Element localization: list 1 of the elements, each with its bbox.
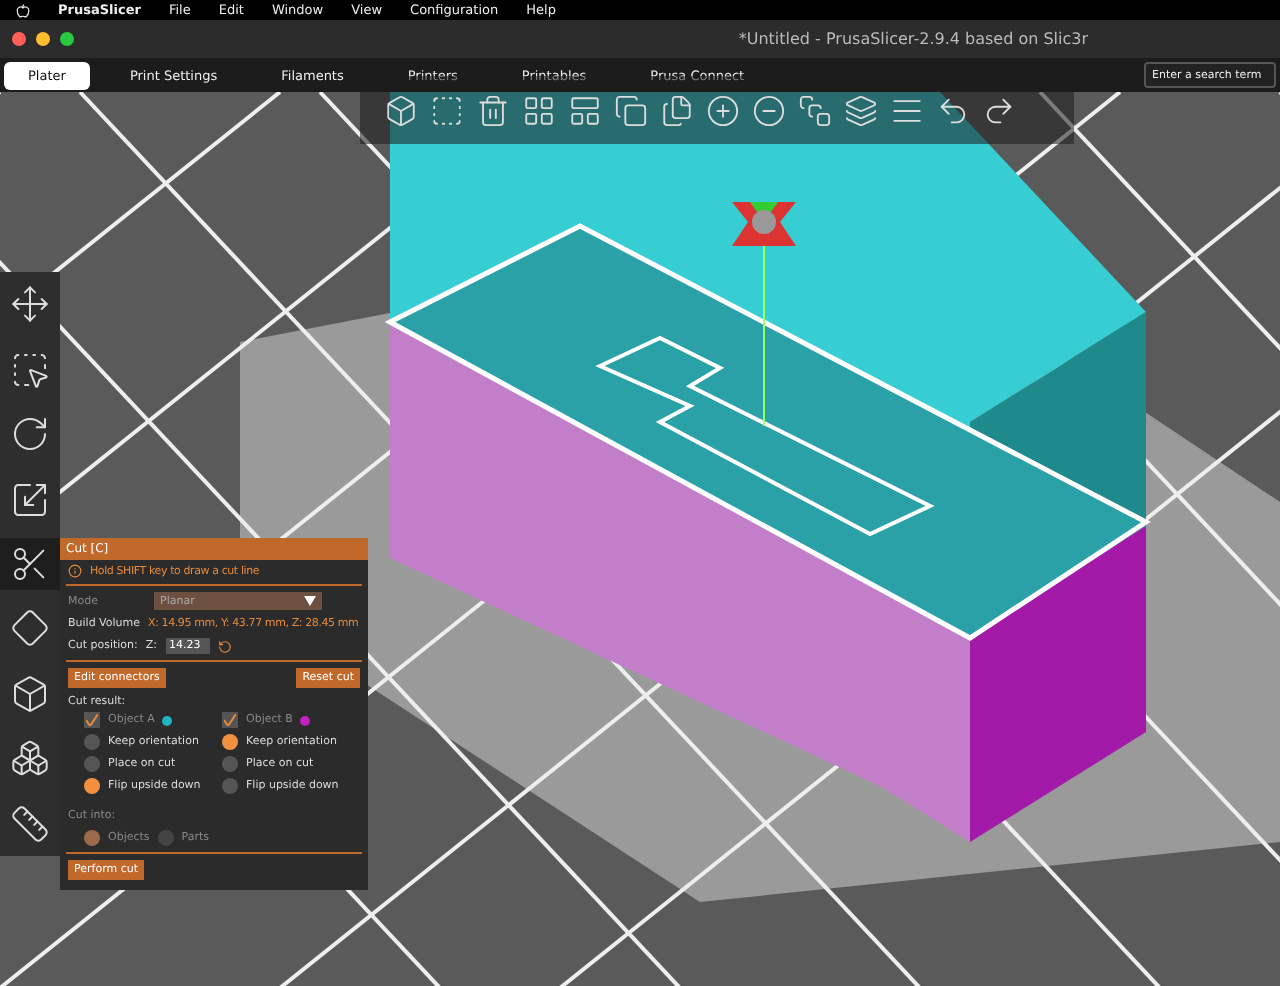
- window-title: *Untitled - PrusaSlicer-2.9.4 based on Slic3r: [738, 30, 1088, 48]
